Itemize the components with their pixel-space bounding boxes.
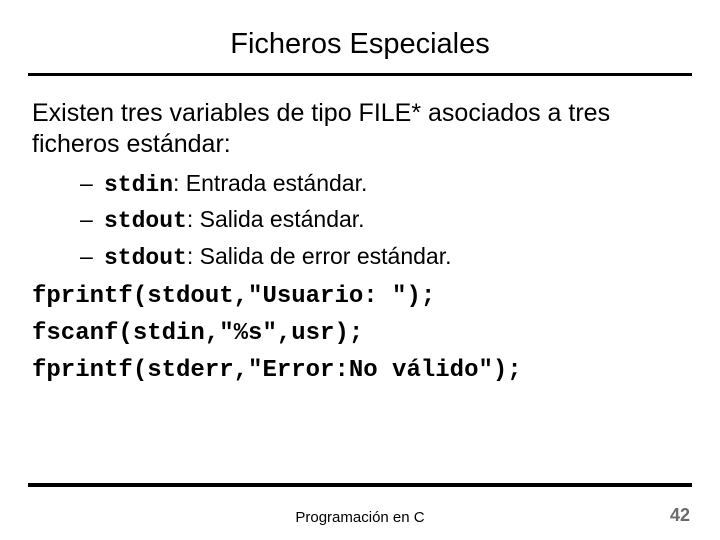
list-item-text: stdout: Salida estándar. [104, 205, 365, 236]
page-number: 42 [670, 505, 690, 526]
slide-title: Ficheros Especiales [0, 0, 720, 73]
code-keyword: stdout [104, 208, 187, 234]
code-line: fscanf(stdin,"%s",usr); [32, 320, 688, 347]
code-block: fprintf(stdout,"Usuario: "); fscanf(stdi… [32, 283, 688, 384]
bullet-list: – stdin: Entrada estándar. – stdout: Sal… [80, 169, 688, 273]
list-item-desc: : Salida estándar. [187, 206, 365, 232]
code-line: fprintf(stderr,"Error:No válido"); [32, 357, 688, 384]
list-item: – stdout: Salida de error estándar. [80, 242, 688, 273]
code-keyword: stdin [104, 172, 173, 198]
bullet-dash-icon: – [80, 205, 104, 236]
bullet-dash-icon: – [80, 169, 104, 200]
list-item-text: stdout: Salida de error estándar. [104, 242, 452, 273]
slide: Ficheros Especiales Existen tres variabl… [0, 0, 720, 540]
divider-top [28, 73, 692, 76]
footer-text: Programación en C [0, 509, 720, 526]
list-item: – stdin: Entrada estándar. [80, 169, 688, 200]
bullet-dash-icon: – [80, 242, 104, 273]
code-line: fprintf(stdout,"Usuario: "); [32, 283, 688, 310]
list-item: – stdout: Salida estándar. [80, 205, 688, 236]
list-item-desc: : Salida de error estándar. [187, 243, 452, 269]
divider-bottom [28, 483, 692, 487]
code-keyword: stdout [104, 245, 187, 271]
intro-paragraph: Existen tres variables de tipo FILE* aso… [32, 98, 688, 161]
list-item-desc: : Entrada estándar. [173, 170, 367, 196]
list-item-text: stdin: Entrada estándar. [104, 169, 367, 200]
